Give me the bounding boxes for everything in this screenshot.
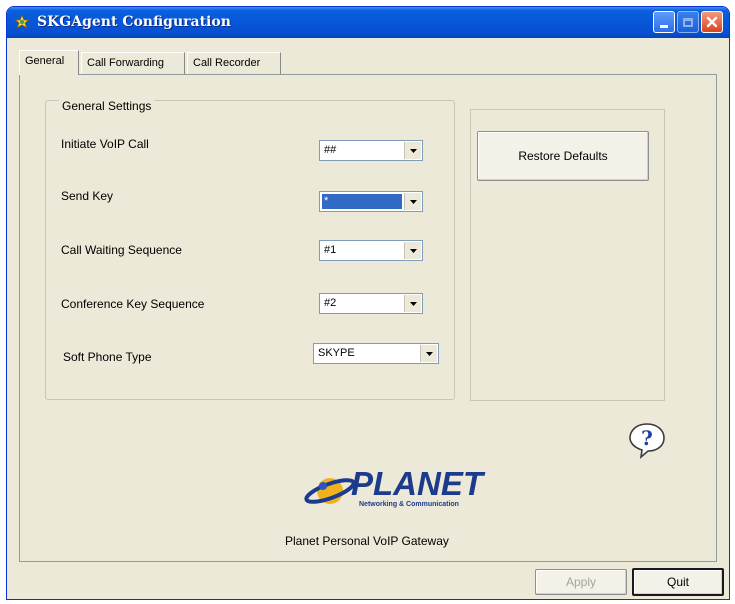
minimize-icon xyxy=(660,24,668,28)
conference-key-sequence-label: Conference Key Sequence xyxy=(61,297,205,311)
tab-call-forwarding-label: Call Forwarding xyxy=(87,57,165,69)
tab-general[interactable]: General xyxy=(19,50,79,75)
soft-phone-type-value: SKYPE xyxy=(318,347,355,359)
logo-tagline: Networking & Communication xyxy=(359,501,459,508)
help-icon: ? xyxy=(629,423,665,459)
call-waiting-sequence-value: #1 xyxy=(324,244,337,256)
title-bar[interactable]: SKGAgent Configuration xyxy=(7,7,729,38)
quit-button[interactable]: Quit xyxy=(632,568,724,596)
config-window: SKGAgent Configuration General Call Forw… xyxy=(6,6,730,600)
minimize-button[interactable] xyxy=(653,11,675,33)
close-button[interactable] xyxy=(701,11,723,33)
chevron-down-icon[interactable] xyxy=(404,193,421,210)
conference-key-sequence-select[interactable]: #2 xyxy=(319,293,423,314)
apply-button[interactable]: Apply xyxy=(535,569,627,595)
call-waiting-sequence-select[interactable]: #1 xyxy=(319,240,423,261)
soft-phone-type-select[interactable]: SKYPE xyxy=(313,343,439,364)
call-waiting-sequence-label: Call Waiting Sequence xyxy=(61,243,182,257)
initiate-voip-call-select[interactable]: ## xyxy=(319,140,423,161)
tab-call-recorder[interactable]: Call Recorder xyxy=(187,52,281,74)
maximize-icon xyxy=(683,17,693,27)
window-title: SKGAgent Configuration xyxy=(37,14,231,30)
chevron-down-icon[interactable] xyxy=(404,142,421,159)
tab-general-label: General xyxy=(25,55,65,67)
initiate-voip-call-label: Initiate VoIP Call xyxy=(61,137,149,151)
send-key-select[interactable]: * xyxy=(319,191,423,212)
send-key-label: Send Key xyxy=(61,189,114,203)
initiate-voip-call-value: ## xyxy=(324,144,337,156)
app-icon xyxy=(13,13,31,29)
soft-phone-type-label: Soft Phone Type xyxy=(63,350,152,364)
conference-key-sequence-value: #2 xyxy=(324,297,337,309)
tab-call-recorder-label: Call Recorder xyxy=(193,57,261,69)
general-settings-legend: General Settings xyxy=(59,99,155,113)
restore-defaults-button[interactable]: Restore Defaults xyxy=(477,131,649,181)
help-glyph: ? xyxy=(641,426,653,450)
chevron-down-icon[interactable] xyxy=(420,345,437,362)
maximize-button[interactable] xyxy=(677,11,699,33)
tab-call-forwarding[interactable]: Call Forwarding xyxy=(81,52,185,74)
chevron-down-icon[interactable] xyxy=(404,242,421,259)
help-button[interactable]: ? xyxy=(625,420,669,460)
selection-highlight xyxy=(322,194,402,209)
chevron-down-icon[interactable] xyxy=(404,295,421,312)
product-name: Planet Personal VoIP Gateway xyxy=(285,534,449,548)
send-key-value: * xyxy=(324,195,329,207)
planet-logo: PLANET Networking & Communication xyxy=(303,467,483,513)
logo-wordmark: PLANET xyxy=(351,465,483,502)
close-icon xyxy=(706,16,718,28)
